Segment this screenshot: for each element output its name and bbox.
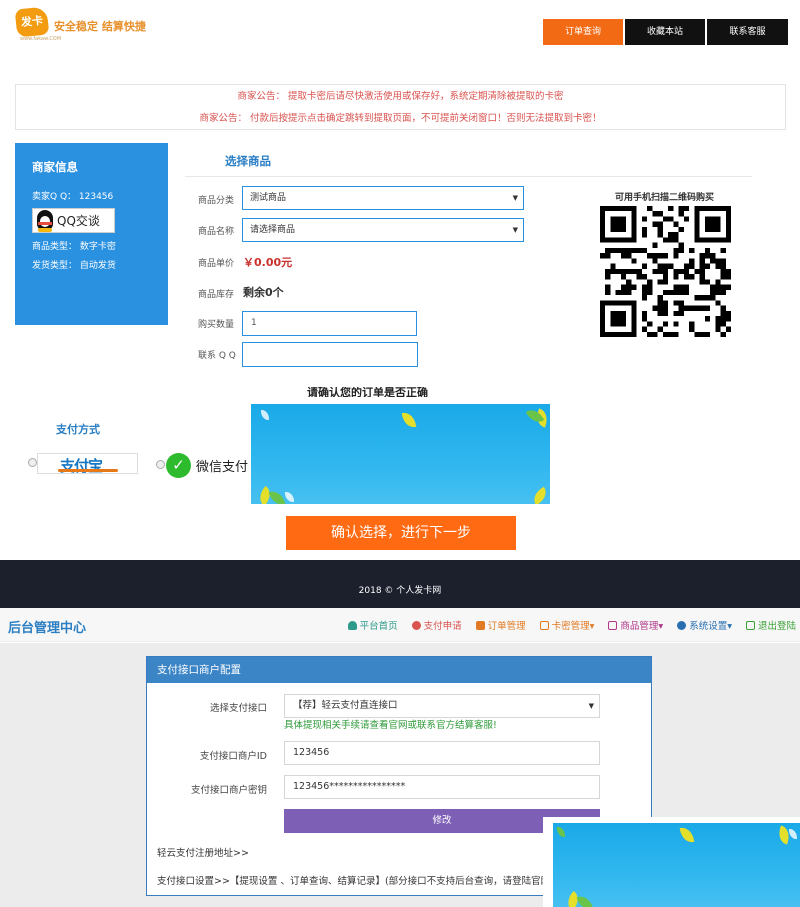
category-select[interactable]: 测试商品 ▼ — [242, 186, 524, 210]
alipay-logo: 支付宝 — [60, 457, 103, 475]
nav-logout-label: 退出登陆 — [757, 621, 796, 632]
stock-label: 商品库存 — [198, 290, 235, 300]
merchant-id-label: 支付接口商户ID — [199, 751, 267, 762]
nav-system-settings[interactable]: 系统设置▾ — [677, 618, 732, 632]
nav-card-management[interactable]: 卡密管理▾ — [539, 618, 595, 632]
wechat-icon: ✓ — [166, 453, 191, 478]
leaf-decoration — [679, 826, 695, 844]
contact-qq-label: 联系 Q Q — [198, 351, 236, 361]
quantity-label: 购买数量 — [198, 320, 235, 330]
leaf-decoration — [261, 410, 269, 420]
user-icon — [347, 620, 357, 630]
product-name-label: 商品名称 — [198, 227, 235, 237]
nav-payment-apply[interactable]: 支付申请 — [411, 618, 462, 632]
chevron-down-icon: ▼ — [588, 702, 594, 710]
nav-home-label: 平台首页 — [359, 621, 398, 632]
leaf-decoration — [789, 829, 797, 839]
leaf-decoration — [576, 893, 594, 907]
logout-icon — [745, 620, 755, 630]
alipay-radio[interactable] — [28, 458, 37, 467]
alipay-option[interactable]: 支付宝 — [37, 453, 138, 475]
select-product-title: 选择商品 — [225, 154, 271, 168]
payment-method-title: 支付方式 — [56, 423, 100, 436]
product-type: 商品类型： 数字卡密 — [32, 242, 116, 252]
qq-penguin-icon — [35, 209, 55, 232]
alipay-underline — [58, 469, 118, 472]
footer: 2018 © 个人发卡网 — [0, 560, 800, 608]
merchant-key-input[interactable]: 123456**************** — [284, 775, 600, 799]
leaf-decoration — [557, 827, 565, 837]
contact-support-button[interactable]: 联系客服 — [707, 19, 788, 45]
nav-logout[interactable]: 退出登陆 — [745, 618, 796, 632]
admin-nav: 平台首页 支付申请 订单管理 卡密管理▾ 商品管理▾ 系统设置▾ 退出登陆 — [334, 618, 796, 632]
nav-product-management-label: 商品管理▾ — [620, 621, 664, 632]
interface-select[interactable]: 【荐】轻云支付直连接口 ▼ — [284, 694, 600, 718]
nav-order-management[interactable]: 订单管理 — [475, 618, 526, 632]
list-icon — [475, 620, 485, 630]
wechat-pay-option[interactable]: ✓ 微信支付 — [166, 453, 248, 478]
nav-home[interactable]: 平台首页 — [347, 618, 398, 632]
bookmark-site-button[interactable]: 收藏本站 — [625, 19, 705, 45]
merchant-notice: 商家公告： 提取卡密后请尽快激活使用或保存好，系统定期清除被提取的卡密 商家公告… — [15, 84, 786, 130]
wechat-pay-label: 微信支付 — [196, 460, 249, 475]
leaf-decoration — [285, 492, 294, 502]
site-logo[interactable]: 发卡网 安全稳定 结算快捷 www.fakaw.COM — [14, 6, 146, 56]
floating-ad-banner[interactable] — [251, 404, 550, 504]
unit-price-value: ￥0.00元 — [243, 256, 293, 269]
product-name-value: 请选择商品 — [250, 225, 296, 235]
unit-price-label: 商品单价 — [198, 259, 235, 269]
category-label: 商品分类 — [198, 196, 235, 206]
merchant-info-card: 商家信息 卖家Q Q： 123456 QQ交谈 商品类型： 数字卡密 发货类型：… — [15, 143, 168, 325]
interface-label: 选择支付接口 — [209, 703, 267, 714]
product-name-select[interactable]: 请选择商品 ▼ — [242, 218, 524, 242]
nav-order-management-label: 订单管理 — [487, 621, 526, 632]
leaf-decoration — [530, 486, 550, 504]
admin-header: 后台管理中心 平台首页 支付申请 订单管理 卡密管理▾ 商品管理▾ 系统设置▾ … — [0, 608, 800, 642]
notice-line-1: 商家公告： 提取卡密后请尽快激活使用或保存好，系统定期清除被提取的卡密 — [237, 91, 564, 102]
logo-url: www.fakaw.COM — [20, 36, 62, 42]
register-link[interactable]: 轻云支付注册地址>> — [157, 845, 249, 859]
merchant-key-label: 支付接口商户密钥 — [190, 785, 267, 796]
quantity-input[interactable]: 1 — [242, 311, 417, 336]
product-icon — [608, 620, 618, 630]
divider — [185, 176, 752, 177]
seller-qq: 卖家Q Q： 123456 — [32, 192, 114, 202]
interface-settings-text: 支付接口设置>>【提现设置 、订单查询、结算记录】(部分接口不支持后台查询，请登… — [157, 876, 551, 887]
interface-value: 【荐】轻云支付直连接口 — [293, 700, 398, 711]
leaf-decoration — [268, 488, 286, 504]
nav-payment-apply-label: 支付申请 — [423, 621, 462, 632]
order-query-button[interactable]: 订单查询 — [543, 19, 623, 45]
top-nav: 订单查询 收藏本站 联系客服 — [543, 19, 788, 45]
merchant-id-input[interactable]: 123456 — [284, 741, 600, 765]
qr-code — [600, 206, 731, 337]
nav-product-management[interactable]: 商品管理▾ — [608, 618, 663, 632]
nav-card-management-label: 卡密管理▾ — [551, 621, 595, 632]
admin-title: 后台管理中心 — [8, 621, 87, 636]
order-confirm-text: 请确认您的订单是否正确 — [307, 387, 428, 397]
panel-title: 支付接口商户配置 — [147, 657, 651, 683]
qr-title: 可用手机扫描二维码购买 — [615, 193, 715, 203]
leaf-decoration — [401, 411, 417, 429]
merchant-title: 商家信息 — [32, 160, 78, 174]
notice-line-2: 商家公告： 付款后按提示点击确定跳转到提取页面，不可提前关闭窗口！否则无法提取到… — [199, 113, 602, 124]
category-value: 测试商品 — [250, 193, 287, 203]
qq-chat-button[interactable]: QQ交谈 — [32, 208, 115, 233]
confirm-next-button[interactable]: 确认选择，进行下一步 — [286, 516, 516, 550]
chevron-down-icon: ▼ — [512, 226, 518, 234]
chevron-down-icon: ▼ — [512, 194, 518, 202]
card-icon — [539, 620, 549, 630]
logo-slogan: 安全稳定 结算快捷 — [54, 20, 146, 33]
logo-badge: 发卡网 — [14, 6, 50, 56]
interface-hint: 具体提现相关手续请查看官网或联系官方结算客服! — [284, 720, 497, 731]
cloud-icon — [411, 620, 421, 630]
delivery-type: 发货类型： 自动发货 — [32, 261, 116, 271]
gear-icon — [677, 620, 687, 630]
qq-chat-label: QQ交谈 — [57, 214, 100, 228]
floating-ad-banner-2[interactable] — [543, 817, 800, 907]
nav-system-settings-label: 系统设置▾ — [689, 621, 732, 632]
wechat-radio[interactable] — [156, 460, 165, 469]
contact-qq-input[interactable] — [242, 342, 418, 367]
stock-value: 剩余0个 — [243, 286, 284, 299]
